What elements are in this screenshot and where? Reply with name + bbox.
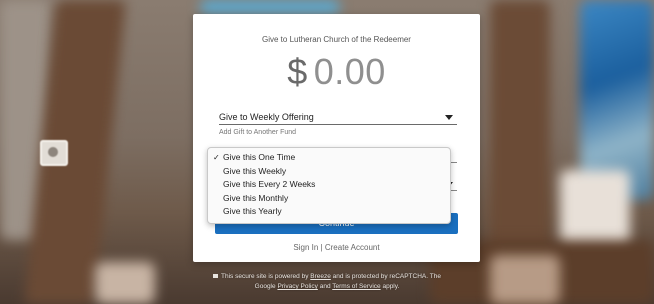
create-account-link[interactable]: Create Account (325, 243, 380, 252)
frequency-option-yearly[interactable]: Give this Yearly (208, 205, 450, 219)
footer-text: and (317, 283, 333, 290)
amount-input[interactable]: $0.00 (193, 51, 480, 93)
lock-icon (213, 274, 219, 278)
frequency-dropdown-menu: ✓ Give this One Time Give this Weekly Gi… (207, 147, 451, 224)
background-window-top (200, 0, 340, 14)
option-label: Give this One Time (223, 152, 296, 162)
option-label: Give this Weekly (223, 165, 287, 176)
option-label: Give this Yearly (223, 206, 282, 216)
footer-text: Google (254, 283, 278, 290)
form-title: Give to Lutheran Church of the Redeemer (262, 35, 411, 44)
footer-text: and is protected by reCAPTCHA. The (330, 273, 441, 280)
frequency-option-one-time[interactable]: ✓ Give this One Time (208, 151, 450, 165)
account-links: Sign In | Create Account (193, 243, 480, 252)
privacy-policy-link[interactable]: Privacy Policy (277, 283, 317, 290)
terms-of-service-link[interactable]: Terms of Service (332, 283, 380, 290)
caret-down-icon (445, 115, 453, 120)
legal-footer: This secure site is powered by Breeze an… (0, 272, 654, 292)
fund-select-value: Give to Weekly Offering (219, 112, 314, 122)
footer-text: This secure site is powered by (221, 273, 311, 280)
fund-select[interactable]: Give to Weekly Offering (219, 110, 457, 125)
sign-in-link[interactable]: Sign In (293, 243, 318, 252)
checkmark-icon: ✓ (213, 153, 220, 162)
amount-value: 0.00 (313, 51, 386, 92)
frequency-option-every-2-weeks[interactable]: Give this Every 2 Weeks (208, 178, 450, 192)
currency-symbol: $ (287, 51, 308, 92)
frequency-option-weekly[interactable]: Give this Weekly (208, 165, 450, 179)
option-label: Give this Every 2 Weeks (223, 179, 316, 189)
background-person (560, 170, 630, 250)
option-label: Give this Monthly (223, 192, 289, 203)
add-fund-link[interactable]: Add Gift to Another Fund (219, 129, 296, 136)
background-speaker (40, 140, 68, 166)
breeze-link[interactable]: Breeze (310, 273, 331, 280)
frequency-option-monthly[interactable]: Give this Monthly (208, 192, 450, 206)
footer-text: apply. (380, 283, 400, 290)
giving-form-card: Give to Lutheran Church of the Redeemer … (193, 14, 480, 262)
